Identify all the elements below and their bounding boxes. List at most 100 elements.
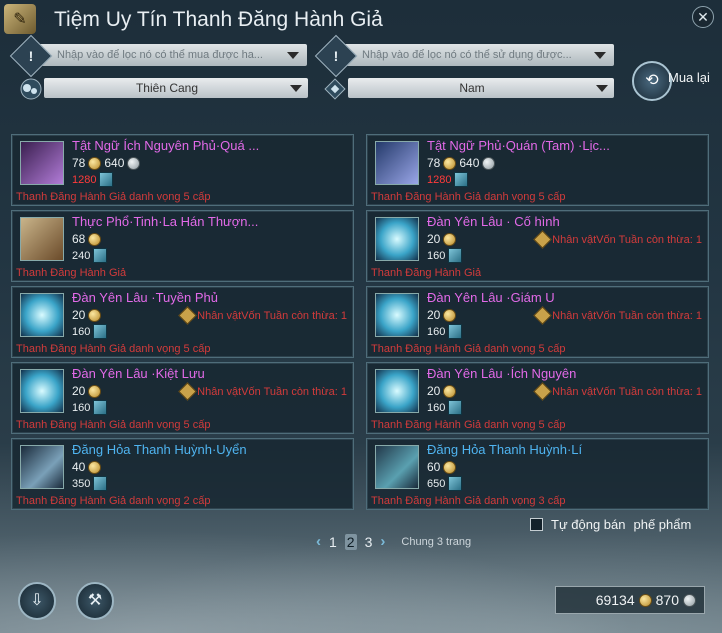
item-ticket-price: 160 bbox=[72, 324, 108, 339]
item-gold-price: 78 bbox=[72, 156, 86, 170]
item-ticket-price: 160 bbox=[427, 324, 463, 339]
limit-icon bbox=[178, 382, 197, 401]
item-name: Đàn Yên Lâu ·Giám U bbox=[427, 290, 555, 305]
sect-icon bbox=[18, 76, 44, 102]
weekly-limit-text: Nhân vậtVốn Tuần còn thừa: 1 bbox=[552, 309, 702, 322]
item-gold-price: 20 bbox=[72, 384, 86, 398]
item-ticket-price: 160 bbox=[72, 400, 108, 415]
item-requirement: Thanh Đăng Hành Giả danh vọng 3 cấp bbox=[371, 495, 566, 507]
auto-sell: Tự động bán phế phẩm bbox=[530, 517, 691, 532]
buyback-label[interactable]: Mua lại bbox=[668, 70, 710, 85]
item-price: 78 640 bbox=[427, 156, 496, 170]
item-price: 20 bbox=[427, 384, 457, 398]
ticket-icon bbox=[454, 172, 469, 187]
chevron-down-icon[interactable] bbox=[290, 84, 302, 92]
ticket-icon bbox=[93, 248, 108, 263]
sect-select[interactable]: Thiên Cang bbox=[44, 78, 308, 98]
item-ticket-price: 650 bbox=[427, 476, 463, 491]
item-card[interactable]: Tật Ngữ Phủ·Quán (Tam) ·Lịc... 78 640 12… bbox=[366, 134, 709, 206]
item-price: 60 bbox=[427, 460, 457, 474]
weekly-limit: Nhân vậtVốn Tuần còn thừa: 1 bbox=[178, 306, 347, 325]
alert-icon: ! bbox=[9, 34, 53, 78]
item-ticket-value: 160 bbox=[72, 325, 91, 338]
pagination: ‹ 1 2 3 › Chung 3 trang bbox=[316, 533, 471, 550]
page-total: Chung 3 trang bbox=[401, 535, 472, 548]
usable-filter-placeholder: Nhập vào để lọc nó có thể sử dụng được..… bbox=[362, 49, 572, 61]
item-card[interactable]: Thực Phổ·Tinh·La Hán Thượn... 68 240 Tha… bbox=[11, 210, 354, 282]
chevron-down-icon[interactable] bbox=[596, 84, 608, 92]
ticket-icon bbox=[99, 172, 114, 187]
refresh-icon: ⟲ bbox=[645, 72, 659, 89]
item-name: Đăng Hỏa Thanh Huỳnh·Lí bbox=[427, 442, 583, 457]
gold-coin-icon bbox=[443, 460, 457, 474]
gender-icon bbox=[322, 76, 348, 102]
gold-coin-icon bbox=[88, 156, 102, 170]
weekly-limit: Nhân vậtVốn Tuần còn thừa: 1 bbox=[178, 382, 347, 401]
auto-sell-checkbox[interactable] bbox=[530, 518, 543, 531]
prev-page-icon[interactable]: ‹ bbox=[316, 533, 321, 550]
silver-amount: 870 bbox=[655, 592, 679, 608]
weekly-limit-text: Nhân vậtVốn Tuần còn thừa: 1 bbox=[552, 233, 702, 246]
item-thumbnail bbox=[20, 217, 64, 261]
item-name: Đàn Yên Lâu ·Kiệt Lưu bbox=[72, 366, 205, 381]
item-ticket-price: 160 bbox=[427, 400, 463, 415]
item-name: Đàn Yên Lâu ·Ích Nguyên bbox=[427, 366, 577, 381]
item-gold-price: 20 bbox=[427, 232, 441, 246]
item-card[interactable]: Tật Ngữ Ích Nguyên Phủ·Quá ... 78 640 12… bbox=[11, 134, 354, 206]
item-name: Tật Ngữ Ích Nguyên Phủ·Quá ... bbox=[72, 138, 260, 153]
item-requirement: Thanh Đăng Hành Giả bbox=[371, 267, 482, 279]
sell-icon: ⇩ bbox=[30, 592, 44, 609]
item-card[interactable]: Đàn Yên Lâu · Cố hình 20 160 Nhân vậtVốn… bbox=[366, 210, 709, 282]
item-thumbnail bbox=[375, 293, 419, 337]
ticket-icon bbox=[448, 476, 463, 491]
repair-icon: ⚒ bbox=[87, 592, 103, 609]
item-card[interactable]: Đăng Hỏa Thanh Huỳnh·Uyển 40 350 Thanh Đ… bbox=[11, 438, 354, 510]
item-silver-price: 640 bbox=[104, 156, 125, 170]
sell-button[interactable]: ⇩ bbox=[18, 582, 56, 620]
shop-window: ✎ Tiệm Uy Tín Thanh Đăng Hành Giả ✕ ! Nh… bbox=[0, 0, 722, 633]
usable-filter-input[interactable]: ! Nhập vào để lọc nó có thể sử dụng được… bbox=[314, 34, 614, 78]
item-ticket-value: 1280 bbox=[427, 173, 452, 186]
gender-select[interactable]: Nam bbox=[348, 78, 614, 98]
item-ticket-value: 1280 bbox=[72, 173, 97, 186]
item-ticket-price: 350 bbox=[72, 476, 108, 491]
scroll-icon: ✎ bbox=[4, 4, 36, 34]
item-card[interactable]: Đàn Yên Lâu ·Giám U 20 160 Nhân vậtVốn T… bbox=[366, 286, 709, 358]
item-card[interactable]: Đàn Yên Lâu ·Kiệt Lưu 20 160 Nhân vậtVốn… bbox=[11, 362, 354, 434]
item-thumbnail bbox=[20, 141, 64, 185]
item-name: Tật Ngữ Phủ·Quán (Tam) ·Lịc... bbox=[427, 138, 610, 153]
ticket-icon bbox=[93, 400, 108, 415]
item-price: 40 bbox=[72, 460, 102, 474]
item-ticket-value: 160 bbox=[427, 249, 446, 262]
gold-coin-icon bbox=[443, 232, 457, 246]
chevron-down-icon[interactable] bbox=[287, 51, 299, 59]
silver-coin-icon bbox=[683, 593, 696, 607]
gold-coin-icon bbox=[443, 156, 457, 170]
buyable-filter-placeholder: Nhập vào để lọc nó có thể mua được ha... bbox=[57, 49, 263, 61]
next-page-icon[interactable]: › bbox=[380, 533, 385, 550]
page-3[interactable]: 3 bbox=[363, 534, 375, 550]
chevron-down-icon[interactable] bbox=[594, 51, 606, 59]
item-card[interactable]: Đàn Yên Lâu ·Ích Nguyên 20 160 Nhân vậtV… bbox=[366, 362, 709, 434]
item-gold-price: 20 bbox=[427, 384, 441, 398]
item-ticket-value: 650 bbox=[427, 477, 446, 490]
item-card[interactable]: Đăng Hỏa Thanh Huỳnh·Lí 60 650 Thanh Đăn… bbox=[366, 438, 709, 510]
page-1[interactable]: 1 bbox=[327, 534, 339, 550]
buyable-filter-input[interactable]: ! Nhập vào để lọc nó có thể mua được ha.… bbox=[9, 34, 307, 78]
item-card[interactable]: Đàn Yên Lâu ·Tuyền Phủ 20 160 Nhân vậtVố… bbox=[11, 286, 354, 358]
weekly-limit-text: Nhân vậtVốn Tuần còn thừa: 1 bbox=[197, 309, 347, 322]
item-ticket-value: 240 bbox=[72, 249, 91, 262]
auto-sell-label: Tự động bán bbox=[551, 517, 626, 532]
item-requirement: Thanh Đăng Hành Giả danh vọng 5 cấp bbox=[371, 191, 566, 203]
item-name: Thực Phổ·Tinh·La Hán Thượn... bbox=[72, 214, 259, 229]
item-ticket-price: 240 bbox=[72, 248, 108, 263]
item-thumbnail bbox=[375, 369, 419, 413]
weekly-limit: Nhân vậtVốn Tuần còn thừa: 1 bbox=[533, 382, 702, 401]
repair-button[interactable]: ⚒ bbox=[76, 582, 114, 620]
close-icon[interactable]: ✕ bbox=[692, 6, 714, 28]
buyback-button[interactable]: ⟲ bbox=[632, 61, 672, 101]
limit-icon bbox=[533, 306, 552, 325]
alert-icon: ! bbox=[314, 34, 358, 78]
page-2[interactable]: 2 bbox=[344, 533, 357, 550]
ticket-icon bbox=[448, 248, 463, 263]
